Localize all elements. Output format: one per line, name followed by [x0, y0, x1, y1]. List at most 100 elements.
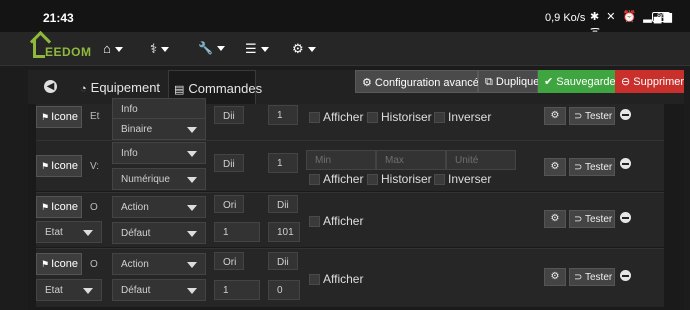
save-button[interactable]: ✔ Sauvegarder	[538, 70, 619, 93]
cogs-icon: ⚙	[362, 77, 375, 89]
settings-menu[interactable]: ⚙	[292, 41, 316, 57]
afficher-checkbox[interactable]	[309, 274, 320, 285]
back-arrow-icon[interactable]: ◀	[44, 80, 57, 93]
command-config-button[interactable]: ⚙	[544, 268, 566, 286]
rss-icon: ⊃	[574, 214, 585, 225]
icone-label: Icone	[51, 258, 78, 270]
unit-input[interactable]: Unité	[446, 150, 516, 170]
test-button[interactable]: ⊃ Tester	[569, 158, 615, 176]
test-button[interactable]: ⊃ Tester	[569, 210, 615, 228]
duplicate-button[interactable]: ⧉ Dupliquer	[478, 70, 543, 93]
icone-label: Icone	[51, 201, 78, 213]
afficher-checkbox[interactable]	[309, 174, 320, 185]
type-select[interactable]: Info	[112, 98, 206, 120]
delete-label: Supprimer	[633, 76, 685, 88]
icon-picker-button[interactable]: ⚑ Icone	[36, 196, 82, 218]
historiser-checkbox[interactable]	[367, 112, 378, 123]
type-select[interactable]: Action	[112, 253, 206, 275]
command-name-field[interactable]: Et	[90, 111, 99, 122]
command-name-field[interactable]: O	[90, 202, 98, 213]
icon-picker-button[interactable]: ⚑ Icone	[36, 253, 82, 275]
dashboard-icon: ◔	[80, 83, 87, 95]
wrench-icon: 🔧	[198, 41, 213, 55]
icon-picker-button[interactable]: ⚑ Icone	[36, 106, 82, 128]
chevron-down-icon	[187, 205, 197, 211]
etat-value: Etat	[45, 227, 63, 238]
home-icon: ⌂	[103, 41, 111, 56]
battery-icon: 86	[652, 12, 670, 22]
value-field-b[interactable]: 0	[268, 280, 300, 300]
value-b-text: 101	[277, 227, 294, 238]
command-name-field[interactable]: V:	[90, 161, 99, 172]
unit-field[interactable]: Ori	[214, 252, 244, 270]
test-button[interactable]: ⊃ Tester	[569, 107, 615, 125]
historiser-checkbox[interactable]	[367, 174, 378, 185]
value-field-b[interactable]: 101	[268, 222, 300, 242]
cogs-icon: ⚙	[550, 213, 560, 224]
command-config-button[interactable]: ⚙	[544, 107, 566, 125]
type-value: Info	[121, 104, 138, 115]
subtype-select[interactable]: Binaire	[112, 118, 206, 140]
logo-house-icon	[33, 38, 45, 58]
value-text: 1	[223, 285, 229, 296]
inverser-checkbox[interactable]	[434, 112, 445, 123]
icon-picker-button[interactable]: ⚑ Icone	[36, 155, 82, 177]
afficher-label: Afficher	[323, 214, 364, 228]
etat-select[interactable]: Etat	[36, 221, 102, 243]
etat-select[interactable]: Etat	[36, 279, 102, 301]
test-label: Tester	[584, 214, 613, 225]
min-input[interactable]: Min	[306, 150, 376, 170]
unit-field[interactable]: Dii	[214, 106, 244, 124]
flag-icon: ⚑	[41, 112, 50, 122]
historiser-label: Historiser	[381, 172, 432, 186]
remove-command-icon[interactable]	[620, 212, 631, 223]
subtype-value: Défaut	[121, 228, 151, 239]
value-text: 1	[277, 158, 283, 169]
test-button[interactable]: ⊃ Tester	[569, 268, 615, 286]
tools-menu[interactable]: 🔧	[198, 41, 225, 55]
value-field[interactable]: 1	[214, 222, 260, 242]
rss-icon: ⊃	[574, 272, 585, 283]
type-select[interactable]: Info	[112, 142, 206, 164]
commands-panel: ⚑ Icone Et Info Binaire Dii 1 Afficher Hi…	[28, 98, 684, 310]
chevron-down-icon	[216, 46, 225, 52]
unit-value: Ori	[223, 200, 237, 211]
cogs-icon: ⚙	[550, 271, 560, 282]
unit-value: Dii	[223, 111, 235, 122]
value-field[interactable]: 1	[268, 153, 298, 173]
unit-field-b[interactable]: Dii	[268, 195, 298, 213]
unit-field-b[interactable]: Dii	[268, 252, 298, 270]
chevron-down-icon	[187, 127, 197, 133]
inverser-checkbox[interactable]	[434, 174, 445, 185]
subtype-select[interactable]: Défaut	[112, 222, 206, 244]
max-input[interactable]: Max	[376, 150, 446, 170]
delete-button[interactable]: ⊖ Supprimer	[615, 70, 684, 93]
jeedom-logo[interactable]: EEDOM	[30, 36, 91, 62]
type-value: Action	[121, 259, 149, 270]
command-config-button[interactable]: ⚙	[544, 210, 566, 228]
chevron-down-icon	[307, 47, 316, 53]
chevron-down-icon	[161, 47, 170, 53]
advanced-config-button[interactable]: ⚙ Configuration avancée	[355, 70, 485, 93]
subtype-select[interactable]: Numérique	[112, 168, 206, 190]
subtype-select[interactable]: Défaut	[112, 279, 206, 301]
command-name-field[interactable]: O	[90, 259, 98, 270]
chevron-down-icon	[260, 47, 269, 53]
remove-command-icon[interactable]	[620, 109, 631, 120]
analysis-menu[interactable]: ⚕	[150, 41, 170, 57]
home-menu[interactable]: ⌂	[103, 41, 123, 56]
afficher-checkbox[interactable]	[309, 112, 320, 123]
unit-field[interactable]: Ori	[214, 195, 244, 213]
afficher-checkbox[interactable]	[309, 216, 320, 227]
list-alt-icon: ▤	[174, 84, 185, 96]
chevron-down-icon	[83, 288, 93, 294]
plugins-menu[interactable]: ☰	[245, 41, 269, 57]
status-bar: 21:43 0,9 Ko/s ✱ ✕ ⏰ ▂▄▆ ᯤ 86	[0, 0, 690, 37]
value-field[interactable]: 1	[268, 105, 298, 125]
command-config-button[interactable]: ⚙	[544, 158, 566, 176]
remove-command-icon[interactable]	[620, 270, 631, 281]
unit-field[interactable]: Dii	[214, 154, 244, 172]
type-select[interactable]: Action	[112, 196, 206, 218]
value-field[interactable]: 1	[214, 280, 260, 300]
remove-command-icon[interactable]	[620, 158, 631, 169]
